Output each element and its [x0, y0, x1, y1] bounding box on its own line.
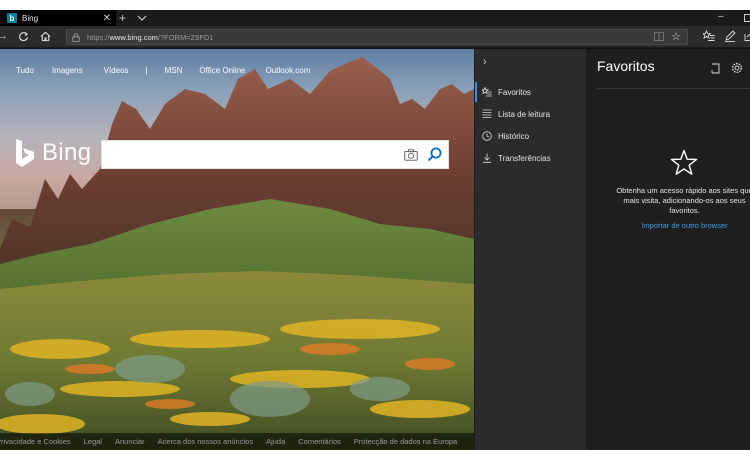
- nav-link-all[interactable]: Tudo: [16, 66, 34, 75]
- minimize-icon[interactable]: –: [718, 10, 724, 24]
- bing-footer: Privacidade e Cookies Legal Anunciar Ace…: [0, 433, 474, 450]
- bing-logo: Bing: [14, 138, 91, 168]
- footer-link-help[interactable]: Ajuda: [266, 437, 285, 446]
- new-tab-icon[interactable]: +: [119, 11, 126, 25]
- favorites-icon: [482, 87, 492, 97]
- search-icon[interactable]: [427, 147, 442, 162]
- nav-link-images[interactable]: Imagens: [52, 66, 83, 75]
- pane-title: Favoritos: [597, 58, 655, 74]
- nav-divider: |: [145, 66, 148, 75]
- web-note-icon[interactable]: [724, 30, 736, 42]
- tab-close-icon[interactable]: ✕: [103, 13, 111, 24]
- footer-link-about-ads[interactable]: Acerca dos nossos anúncios: [158, 437, 253, 446]
- history-icon: [482, 131, 492, 141]
- import-favorites-link[interactable]: Importar de outro browser: [616, 221, 750, 230]
- empty-favorites-message: Obtenha um acesso rápido aos sites que m…: [616, 186, 750, 215]
- search-input[interactable]: [102, 141, 392, 168]
- edge-window: b Bing ✕ + – → https://www.bing.com/?FOR…: [0, 10, 750, 450]
- hub-item-label: Favoritos: [498, 87, 531, 97]
- footer-link-data-protection[interactable]: Protecção de dados na Europa: [354, 437, 457, 446]
- tab-bar: b Bing ✕ + –: [0, 10, 750, 26]
- navigation-bar: → https://www.bing.com/?FORM=Z9FD1 ☆: [0, 26, 750, 48]
- nav-link-videos[interactable]: Vídeos: [104, 66, 129, 75]
- lock-icon: [72, 32, 80, 42]
- reading-list-icon: [482, 109, 492, 118]
- tab-bing[interactable]: b Bing ✕: [0, 10, 116, 26]
- maximize-icon[interactable]: [744, 14, 750, 22]
- search-box: [101, 140, 449, 169]
- pane-divider: [597, 88, 750, 89]
- bing-homepage: Tudo Imagens Vídeos | MSN Office Online …: [0, 49, 474, 450]
- hub-menu: › Favoritos Lista de leitura Histórico T…: [474, 49, 586, 450]
- tab-title: Bing: [22, 13, 39, 23]
- bing-favicon-icon: b: [7, 13, 17, 23]
- favorite-star-icon[interactable]: ☆: [671, 30, 681, 43]
- nav-link-msn[interactable]: MSN: [165, 66, 183, 75]
- hub-item-label: Transferências: [498, 153, 551, 163]
- pin-pane-icon[interactable]: [711, 63, 720, 74]
- nav-link-office-online[interactable]: Office Online: [199, 66, 245, 75]
- url-text: https://www.bing.com/?FORM=Z9FD1: [87, 32, 214, 42]
- bing-wordmark: Bing: [42, 139, 92, 166]
- chevron-down-icon[interactable]: [137, 12, 147, 24]
- bing-b-icon: [16, 139, 34, 167]
- hub-item-favorites[interactable]: Favoritos: [475, 82, 587, 102]
- bing-top-nav: Tudo Imagens Vídeos | MSN Office Online …: [16, 66, 310, 75]
- footer-link-legal[interactable]: Legal: [84, 437, 102, 446]
- address-bar[interactable]: https://www.bing.com/?FORM=Z9FD1: [66, 29, 688, 45]
- hub-item-label: Histórico: [498, 131, 530, 141]
- footer-link-privacy[interactable]: Privacidade e Cookies: [0, 437, 71, 446]
- share-icon[interactable]: [744, 31, 750, 41]
- hub-icon[interactable]: [703, 30, 715, 42]
- forward-icon[interactable]: →: [0, 30, 8, 42]
- footer-link-feedback[interactable]: Comentários: [298, 437, 341, 446]
- hub-item-label: Lista de leitura: [498, 109, 551, 119]
- background-landscape-image: [0, 57, 474, 450]
- hub-item-history[interactable]: Histórico: [475, 126, 587, 146]
- home-icon[interactable]: [40, 31, 51, 42]
- footer-link-advertise[interactable]: Anunciar: [115, 437, 145, 446]
- downloads-icon: [483, 153, 491, 163]
- settings-gear-icon[interactable]: [731, 62, 743, 74]
- favorites-pane: Favoritos Obtenha um acesso rápido aos s…: [586, 49, 750, 450]
- hub-item-downloads[interactable]: Transferências: [475, 148, 587, 168]
- hub-item-reading-list[interactable]: Lista de leitura: [475, 104, 587, 124]
- collapse-chevron-icon[interactable]: ›: [483, 56, 487, 68]
- camera-icon[interactable]: [404, 149, 418, 161]
- refresh-icon[interactable]: [18, 31, 29, 42]
- nav-link-outlook[interactable]: Outlook.com: [266, 66, 311, 75]
- empty-favorites-star-icon: [670, 149, 698, 175]
- reading-view-icon[interactable]: [654, 32, 664, 41]
